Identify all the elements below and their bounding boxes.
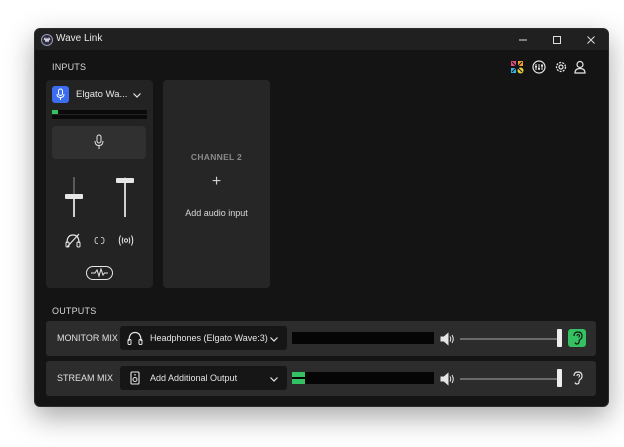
effects-icon[interactable]	[86, 266, 113, 280]
mic-mute-button[interactable]	[52, 126, 146, 159]
wave-link-window: Wave Link INPUTS Elgato Wa... CHANNEL 2 …	[34, 28, 609, 407]
speaker-box-icon	[130, 371, 140, 385]
add-channel-2-card[interactable]: CHANNEL 2 + Add audio input	[163, 80, 270, 288]
volume-slider-handle[interactable]	[557, 329, 562, 347]
monitor-mute-icon[interactable]	[65, 233, 81, 248]
link-icon[interactable]	[94, 236, 105, 245]
plus-icon: +	[211, 173, 222, 190]
meter-lane-right	[292, 339, 434, 344]
output-device-selector[interactable]: Headphones (Elgato Wave:3)	[120, 326, 287, 350]
listen-toggle-button[interactable]	[568, 329, 586, 347]
minimize-button[interactable]	[513, 31, 533, 48]
input-level-meter-left	[52, 110, 147, 114]
outputs-heading: OUTPUTS	[52, 306, 97, 316]
output-label: STREAM MIX	[57, 373, 114, 383]
app-logo-icon	[41, 34, 53, 46]
marketplace-icon[interactable]	[510, 60, 524, 74]
meter-fill-right	[292, 379, 305, 384]
output-row-stream-mix: STREAM MIX Add Additional Output	[46, 361, 596, 396]
ear-icon	[573, 331, 583, 345]
output-row-monitor-mix: MONITOR MIX Headphones (Elgato Wave:3)	[46, 321, 596, 356]
maximize-button[interactable]	[547, 31, 567, 48]
volume-slider-track[interactable]	[460, 378, 560, 380]
stream-mute-icon[interactable]	[118, 234, 134, 247]
mic-mute-icon	[94, 134, 104, 149]
input-channel-1: Elgato Wa...	[46, 80, 153, 288]
stream-fader-handle[interactable]	[116, 178, 134, 183]
speaker-icon[interactable]	[440, 332, 456, 346]
output-device-selector[interactable]: Add Additional Output	[120, 366, 287, 390]
volume-slider-track[interactable]	[460, 338, 560, 340]
inputs-heading: INPUTS	[52, 62, 87, 72]
input-device-selector[interactable]: Elgato Wa...	[52, 86, 147, 104]
volume-slider-handle[interactable]	[557, 369, 562, 387]
headphones-icon	[127, 331, 143, 345]
output-device-name: Add Additional Output	[150, 373, 238, 383]
input-level-meter-left-fill	[52, 110, 58, 114]
chevron-down-icon	[270, 337, 278, 342]
title-bar[interactable]: Wave Link	[35, 29, 608, 50]
settings-icon[interactable]	[554, 60, 568, 74]
output-device-name: Headphones (Elgato Wave:3)	[150, 333, 268, 343]
speaker-icon[interactable]	[440, 372, 456, 386]
mixer-icon[interactable]	[532, 60, 546, 74]
chevron-down-icon	[133, 93, 141, 98]
channel-2-title: CHANNEL 2	[190, 152, 243, 162]
monitor-fader-handle[interactable]	[65, 194, 83, 199]
account-icon[interactable]	[573, 60, 587, 74]
add-audio-input-label: Add audio input	[185, 208, 248, 218]
meter-fill-left	[292, 372, 305, 377]
close-button[interactable]	[581, 31, 601, 48]
microphone-icon	[52, 86, 69, 103]
meter-lane-left	[292, 372, 434, 377]
listen-toggle-button[interactable]	[568, 369, 586, 387]
output-level-meter	[292, 372, 434, 384]
output-label: MONITOR MIX	[57, 333, 118, 343]
input-level-meter-right	[52, 115, 147, 119]
input-device-name: Elgato Wa...	[76, 89, 128, 100]
meter-lane-right	[292, 379, 434, 384]
output-level-meter	[292, 332, 434, 344]
stream-fader-fill	[124, 179, 126, 217]
window-title: Wave Link	[56, 33, 103, 44]
meter-lane-left	[292, 332, 434, 337]
ear-icon	[573, 371, 583, 385]
chevron-down-icon	[270, 377, 278, 382]
